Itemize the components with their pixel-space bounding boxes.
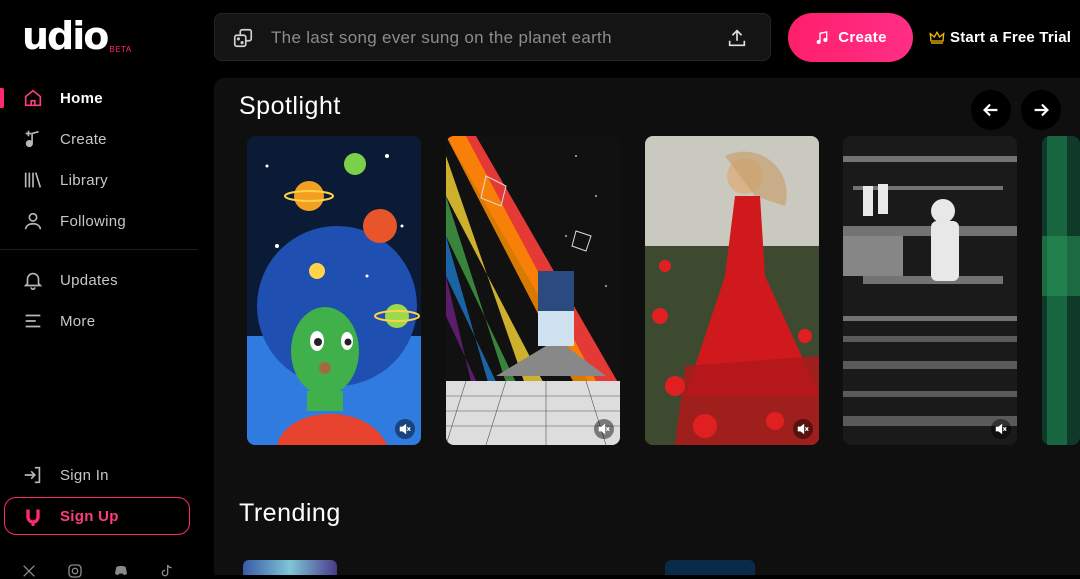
- user-icon: [24, 212, 42, 230]
- trending-thumbnail[interactable]: [665, 560, 755, 575]
- library-icon: [24, 172, 42, 188]
- music-note-icon: [816, 30, 828, 44]
- dice-icon[interactable]: [232, 27, 254, 49]
- crown-icon: [929, 30, 945, 44]
- mute-toggle[interactable]: [793, 419, 813, 439]
- home-icon: [24, 89, 42, 107]
- bell-icon: [23, 272, 43, 290]
- speaker-muted-icon: [399, 423, 411, 435]
- free-trial-label: Start a Free Trial: [950, 28, 1072, 46]
- sidebar-item-create[interactable]: Create: [0, 122, 210, 156]
- music-plus-icon: [25, 130, 39, 148]
- sidebar-item-home[interactable]: Home: [0, 81, 210, 115]
- logo-text: udio: [22, 14, 109, 58]
- arrow-right-icon: [1034, 103, 1049, 117]
- spotlight-card-red-dress[interactable]: [645, 136, 819, 445]
- udio-logo[interactable]: udio BETA: [22, 16, 132, 56]
- sign-up-button[interactable]: Sign Up: [4, 497, 190, 535]
- red-dress-artwork: [645, 136, 819, 445]
- sidebar-item-following[interactable]: Following: [0, 204, 210, 238]
- upload-icon[interactable]: [726, 27, 748, 49]
- beta-badge: BETA: [109, 45, 132, 54]
- sidebar-divider: [0, 249, 198, 250]
- cosmic-girl-artwork: [247, 136, 421, 445]
- sidebar-item-library[interactable]: Library: [0, 163, 210, 197]
- sidebar-item-label: Home: [60, 89, 103, 107]
- sidebar-item-label: More: [60, 312, 96, 330]
- instagram-icon[interactable]: [67, 563, 83, 579]
- sidebar-item-label: Following: [60, 212, 127, 230]
- create-button-label: Create: [838, 29, 887, 46]
- speaker-muted-icon: [598, 423, 610, 435]
- sidebar-item-label: Library: [60, 171, 108, 189]
- spotlight-card-cosmic-girl[interactable]: [247, 136, 421, 445]
- sign-in-label: Sign In: [60, 466, 109, 484]
- spotlight-card-rainbow-portal[interactable]: [446, 136, 620, 445]
- rainbow-portal-artwork: [446, 136, 620, 445]
- sidebar: udio BETA Home Create Library Following …: [0, 0, 212, 578]
- sidebar-item-more[interactable]: More: [0, 304, 210, 338]
- sign-in-button[interactable]: Sign In: [0, 458, 210, 492]
- tiktok-icon[interactable]: [159, 563, 175, 579]
- udio-mark-icon: [26, 509, 40, 527]
- spotlight-title: Spotlight: [239, 92, 341, 120]
- main-content: Spotlight Trending: [214, 78, 1080, 575]
- sidebar-item-label: Create: [60, 130, 107, 148]
- trending-thumbnail[interactable]: [243, 560, 337, 575]
- x-icon[interactable]: [21, 563, 37, 579]
- mute-toggle[interactable]: [594, 419, 614, 439]
- mute-toggle[interactable]: [991, 419, 1011, 439]
- speaker-muted-icon: [995, 423, 1007, 435]
- menu-icon: [25, 314, 41, 328]
- discord-icon[interactable]: [113, 563, 129, 579]
- monochrome-motion-artwork: [843, 136, 1017, 445]
- free-trial-link[interactable]: Start a Free Trial: [929, 26, 1071, 48]
- create-button[interactable]: Create: [788, 13, 913, 62]
- sidebar-item-label: Updates: [60, 271, 118, 289]
- partial-card-artwork: [1042, 136, 1080, 445]
- carousel-next-button[interactable]: [1021, 90, 1061, 130]
- spotlight-card-monochrome-motion[interactable]: [843, 136, 1017, 445]
- prompt-input[interactable]: [269, 22, 713, 54]
- sidebar-item-updates[interactable]: Updates: [0, 263, 210, 297]
- spotlight-card-partial[interactable]: [1042, 136, 1080, 445]
- sign-up-label: Sign Up: [60, 507, 119, 525]
- trending-title: Trending: [239, 499, 341, 527]
- speaker-muted-icon: [797, 423, 809, 435]
- carousel-prev-button[interactable]: [971, 90, 1011, 130]
- mute-toggle[interactable]: [395, 419, 415, 439]
- search-bar[interactable]: [214, 13, 771, 61]
- arrow-left-icon: [983, 103, 998, 117]
- sign-in-icon: [24, 466, 41, 484]
